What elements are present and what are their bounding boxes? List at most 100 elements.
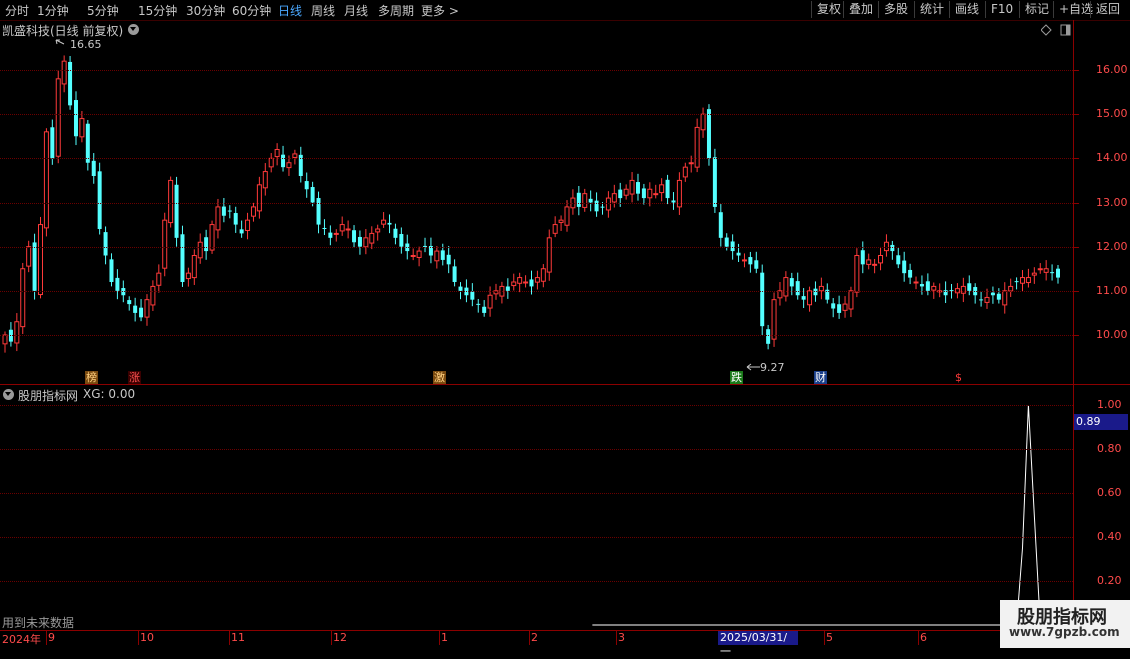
- candle-body: [162, 219, 168, 269]
- candle-body: [1020, 277, 1026, 284]
- title-dropdown-icon[interactable]: [128, 24, 139, 35]
- candle-body: [741, 259, 747, 262]
- overlay-button[interactable]: 叠加: [843, 1, 878, 18]
- candle-body: [37, 224, 43, 296]
- candle-body: [239, 229, 244, 234]
- candle-body: [375, 228, 381, 233]
- candle-body: [363, 237, 369, 248]
- fuquan-button[interactable]: 复权: [811, 1, 846, 18]
- candle-body: [440, 250, 445, 260]
- layout-toggle-fill: [1066, 25, 1070, 35]
- candle-body: [43, 131, 49, 229]
- marker-zhang[interactable]: 涨: [128, 371, 141, 384]
- marker-die[interactable]: 跌: [730, 371, 743, 384]
- marker-bang[interactable]: 榜: [85, 371, 98, 384]
- candle-body: [760, 272, 765, 327]
- tab-daily[interactable]: 日线: [278, 2, 302, 19]
- candle-body: [452, 266, 457, 282]
- candle-body: [908, 269, 913, 278]
- candle-body: [345, 228, 351, 231]
- candle-body: [20, 268, 26, 328]
- candle-body: [476, 303, 481, 305]
- candle-body: [534, 277, 540, 283]
- candle-body: [967, 283, 972, 291]
- candle-body: [339, 224, 345, 232]
- candle-body: [748, 257, 753, 265]
- price-tick: [1074, 335, 1079, 336]
- candle-body: [487, 294, 493, 309]
- candle-body: [1014, 281, 1019, 283]
- statistics-button[interactable]: 统计: [914, 1, 949, 18]
- candle-body: [292, 153, 298, 158]
- candle-body: [103, 232, 108, 256]
- month-tick: [46, 631, 47, 645]
- price-gridline: [0, 246, 1073, 248]
- indicator-line: [592, 404, 1073, 626]
- multi-stock-button[interactable]: 多股: [878, 1, 913, 18]
- tab-1min[interactable]: 1分钟: [37, 2, 69, 19]
- price-gridline: [0, 335, 1073, 336]
- candle-body: [482, 306, 487, 313]
- candle-body: [55, 78, 61, 157]
- candle-body: [718, 212, 723, 238]
- month-tick: [439, 631, 440, 645]
- candle-body: [984, 296, 990, 303]
- candle-body: [470, 291, 475, 300]
- tab-monthly[interactable]: 月线: [344, 2, 368, 19]
- draw-line-button[interactable]: 画线: [949, 1, 984, 18]
- tab-60min[interactable]: 60分钟: [232, 2, 271, 19]
- tab-15min[interactable]: 15分钟: [138, 2, 177, 19]
- tab-multi-period[interactable]: 多周期: [378, 2, 414, 19]
- candle-body: [854, 255, 860, 293]
- candle-body: [712, 157, 717, 207]
- candle-body: [647, 188, 653, 199]
- tab-30min[interactable]: 30分钟: [186, 2, 225, 19]
- back-button[interactable]: 返回: [1090, 1, 1125, 18]
- candle-body: [990, 292, 995, 296]
- indicator-chart[interactable]: [0, 395, 1073, 630]
- marker-cai[interactable]: 财: [814, 371, 827, 384]
- candle-body: [694, 126, 700, 168]
- mark-button[interactable]: 标记: [1019, 1, 1054, 18]
- candle-body: [191, 255, 197, 279]
- candle-body: [979, 299, 984, 301]
- indicator-tick-label: 0.60: [1097, 486, 1122, 499]
- candle-body: [706, 109, 711, 159]
- candlestick-chart[interactable]: [0, 35, 1073, 385]
- marker-ji[interactable]: 激: [433, 371, 446, 384]
- candle-body: [517, 277, 523, 284]
- indicator-gridline: [0, 405, 1073, 406]
- price-tick-label: 16.00: [1096, 63, 1128, 76]
- candle-body: [511, 281, 517, 287]
- candle-body: [1056, 268, 1060, 278]
- candle-body: [91, 160, 96, 176]
- tab-fenshi[interactable]: 分时: [5, 2, 29, 19]
- candle-body: [618, 189, 623, 199]
- tab-5min[interactable]: 5分钟: [87, 2, 119, 19]
- candle-body: [310, 187, 315, 203]
- month-tick: [229, 631, 230, 645]
- tab-weekly[interactable]: 周线: [311, 2, 335, 19]
- candle-body: [357, 236, 362, 247]
- month-tick: [529, 631, 530, 645]
- candle-body: [97, 171, 102, 229]
- candle-body: [682, 166, 688, 178]
- candle-body: [133, 305, 138, 313]
- candle-body: [416, 250, 422, 258]
- candle-body: [1002, 290, 1008, 306]
- tab-more[interactable]: 更多 >: [421, 2, 459, 19]
- month-label: 3: [618, 631, 625, 644]
- candle-body: [156, 272, 162, 286]
- candle-body: [529, 279, 534, 287]
- f10-button[interactable]: F10: [985, 1, 1018, 18]
- price-tick-label: 15.00: [1096, 107, 1128, 121]
- candle-body: [600, 206, 605, 208]
- candle-body: [902, 260, 907, 274]
- indicator-tick-label: 0.20: [1097, 574, 1122, 587]
- candle-body: [700, 113, 706, 131]
- marker-dollar[interactable]: $: [954, 371, 963, 384]
- candle-body: [127, 300, 132, 305]
- diamond-icon[interactable]: [1041, 24, 1052, 36]
- candle-body: [896, 255, 901, 265]
- indicator-gridline: [0, 581, 1073, 582]
